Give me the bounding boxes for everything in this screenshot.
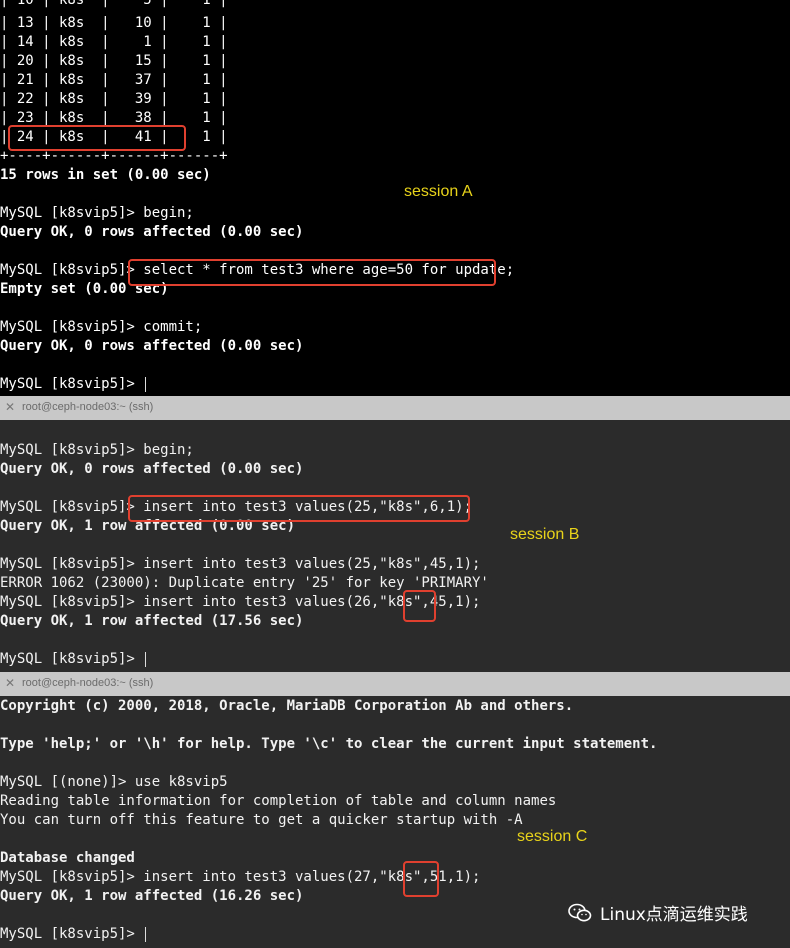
highlight-box-insert-query	[128, 495, 470, 522]
terminal-prompt-line[interactable]: MySQL [k8svip5]>	[0, 925, 147, 944]
tab-title: root@ceph-node03:~ (ssh)	[22, 401, 154, 413]
text-cursor	[145, 926, 147, 942]
terminal-prompt-line[interactable]: MySQL [k8svip5]>	[0, 650, 147, 669]
terminal-line: MySQL [k8svip5]> begin;	[0, 442, 194, 458]
watermark-text: Linux点滴运维实践	[600, 905, 748, 925]
prompt-text: MySQL [k8svip5]>	[0, 926, 144, 942]
highlight-box-value-51	[403, 861, 439, 897]
terminal-prompt-line[interactable]: MySQL [k8svip5]>	[0, 375, 147, 394]
watermark: Linux点滴运维实践	[568, 900, 748, 925]
highlight-box-value-45	[403, 590, 436, 622]
terminal-line: MySQL [k8svip5]> begin;	[0, 205, 194, 221]
session-a-label: session A	[404, 183, 473, 200]
terminal-line: Query OK, 0 rows affected (0.00 sec)	[0, 338, 304, 354]
terminal-line: | 10 | k8s | 5 | 1 |	[0, 0, 228, 8]
session-c-label: session C	[517, 828, 588, 845]
terminal-line: MySQL [k8svip5]> insert into test3 value…	[0, 556, 481, 572]
prompt-text: MySQL [k8svip5]>	[0, 651, 144, 667]
terminal-line: Query OK, 0 rows affected (0.00 sec)	[0, 224, 304, 240]
terminal-line: MySQL [(none)]> use k8svip5	[0, 774, 228, 790]
terminal-line: | 21 | k8s | 37 | 1 |	[0, 72, 228, 88]
terminal-line: MySQL [k8svip5]> commit;	[0, 319, 203, 335]
terminal-line: | 22 | k8s | 39 | 1 |	[0, 91, 228, 107]
terminal-line: | 20 | k8s | 15 | 1 |	[0, 53, 228, 69]
ssh-tab-bar[interactable]: ✕ root@ceph-node03:~ (ssh)	[0, 396, 790, 420]
terminal-line: Copyright (c) 2000, 2018, Oracle, MariaD…	[0, 698, 574, 714]
close-icon[interactable]: ✕	[5, 676, 15, 690]
terminal-line: Reading table information for completion…	[0, 793, 557, 809]
terminal-pane-session-b[interactable]: MySQL [k8svip5]> begin; Query OK, 0 rows…	[0, 420, 790, 672]
terminal-line: You can turn off this feature to get a q…	[0, 812, 523, 828]
prompt-text: MySQL [k8svip5]>	[0, 376, 144, 392]
terminal-line: | 13 | k8s | 10 | 1 |	[0, 15, 228, 31]
text-cursor	[145, 651, 147, 667]
terminal-line: Query OK, 0 rows affected (0.00 sec)	[0, 461, 304, 477]
text-cursor	[145, 376, 147, 392]
terminal-line: Query OK, 1 row affected (17.56 sec)	[0, 613, 304, 629]
terminal-line: | 14 | k8s | 1 | 1 |	[0, 34, 228, 50]
wechat-icon	[568, 903, 592, 921]
tab-title: root@ceph-node03:~ (ssh)	[22, 677, 154, 689]
terminal-line: Database changed	[0, 850, 135, 866]
highlight-box-row-24	[8, 125, 186, 151]
terminal-line: Query OK, 1 row affected (16.26 sec)	[0, 888, 304, 904]
terminal-line: 15 rows in set (0.00 sec)	[0, 167, 211, 183]
ssh-tab-bar[interactable]: ✕ root@ceph-node03:~ (ssh)	[0, 672, 790, 696]
terminal-pane-session-a[interactable]: | 10 | k8s | 5 | 1 | | 13 | k8s | 10 | 1…	[0, 0, 790, 396]
highlight-box-select-query	[128, 259, 496, 286]
terminal-line: Type 'help;' or '\h' for help. Type '\c'…	[0, 736, 658, 752]
session-b-label: session B	[510, 526, 580, 543]
close-icon[interactable]: ✕	[5, 400, 15, 414]
